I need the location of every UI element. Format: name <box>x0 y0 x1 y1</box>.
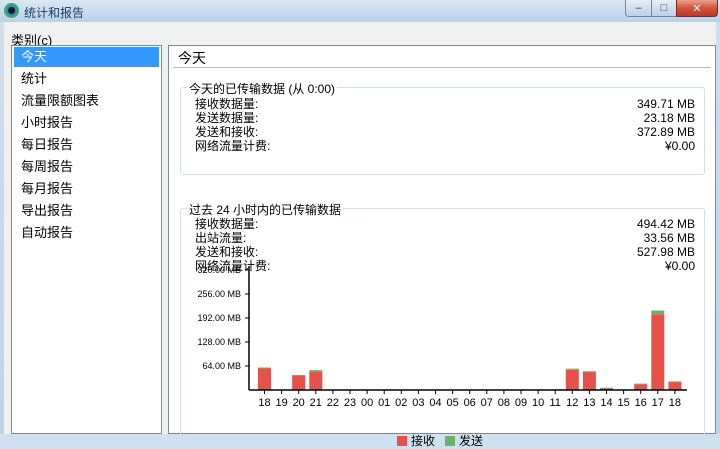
sidebar-item-hourly-report[interactable]: 小时报告 <box>14 113 159 133</box>
x-tick-label: 23 <box>344 397 356 409</box>
legend-send: 发送 <box>445 432 483 449</box>
x-tick-label: 10 <box>532 397 544 409</box>
y-tick-label: 320.00 MB <box>197 265 241 275</box>
bar-receive-18-24 <box>668 381 682 390</box>
x-tick-label: 02 <box>395 397 407 409</box>
legend-label-receive: 接收 <box>411 434 436 448</box>
sidebar-item-today[interactable]: 今天 <box>14 47 159 67</box>
bar-receive-13-19 <box>582 372 596 390</box>
y-tick-label: 128.00 MB <box>197 337 241 347</box>
x-tick-label: 18 <box>669 397 681 409</box>
sidebar-item-monthly-report[interactable]: 每月报告 <box>14 179 159 199</box>
x-tick-label: 14 <box>600 397 612 409</box>
bar-send-14-20 <box>600 387 613 389</box>
x-tick-label: 01 <box>378 397 390 409</box>
window-title: 统计和报告 <box>24 6 85 20</box>
legend-swatch-send <box>445 435 455 446</box>
close-icon: ✕ <box>692 2 702 15</box>
x-tick-label: 16 <box>635 397 647 409</box>
sidebar-item-auto-report[interactable]: 自动报告 <box>14 223 159 243</box>
bar-send-12-18 <box>565 368 579 370</box>
legend-receive: 接收 <box>397 432 435 449</box>
category-list: 今天 统计 流量限额图表 小时报告 每日报告 每周报告 每月报告 导出报告 自动… <box>11 45 162 434</box>
x-tick-label: 22 <box>327 397 339 409</box>
x-tick-label: 20 <box>293 397 305 409</box>
legend-swatch-receive <box>397 435 407 446</box>
sidebar-item-statistics[interactable]: 统计 <box>14 69 159 89</box>
x-tick-label: 21 <box>310 397 322 409</box>
maximize-button[interactable]: □ <box>651 0 677 17</box>
bar-send-21-3 <box>309 370 323 372</box>
x-tick-label: 11 <box>549 397 560 409</box>
x-tick-label: 18 <box>258 397 270 409</box>
x-tick-label: 08 <box>498 397 510 409</box>
sidebar-item-weekly-report[interactable]: 每周报告 <box>14 157 159 177</box>
y-tick-label: 256.00 MB <box>197 289 241 299</box>
bar-send-18-24 <box>668 381 682 383</box>
x-tick-label: 04 <box>429 397 441 409</box>
main-panel: 今天 今天的已传输数据 (从 0:00) 接收数据量: 349.71 MB 发送… <box>168 45 716 448</box>
bar-receive-18-0 <box>258 368 271 390</box>
x-tick-label: 15 <box>617 397 629 409</box>
x-tick-label: 07 <box>481 397 493 409</box>
x-tick-label: 00 <box>361 397 373 409</box>
x-tick-label: 19 <box>275 397 287 409</box>
bar-send-16-22 <box>634 383 648 385</box>
x-tick-label: 03 <box>412 397 424 409</box>
minimize-button[interactable]: – <box>625 0 652 17</box>
legend-label-send: 发送 <box>459 434 484 448</box>
y-tick-label: 192.00 MB <box>197 313 241 323</box>
window-client: 类别(c) 今天 统计 流量限额图表 小时报告 每日报告 每周报告 每月报告 导… <box>4 22 716 448</box>
sidebar-item-export-report[interactable]: 导出报告 <box>14 201 159 221</box>
minimize-icon: – <box>635 2 642 14</box>
x-tick-label: 12 <box>566 397 578 409</box>
bar-receive-20-2 <box>292 375 306 390</box>
x-tick-label: 06 <box>464 397 476 409</box>
title-bar: 统计和报告 – □ ✕ <box>0 0 720 22</box>
y-tick-label: 64.00 MB <box>202 361 241 371</box>
sidebar-item-daily-report[interactable]: 每日报告 <box>14 135 159 155</box>
maximize-icon: □ <box>660 2 668 14</box>
bar-receive-21-3 <box>309 372 323 390</box>
close-button[interactable]: ✕ <box>676 0 718 17</box>
bar-send-17-23 <box>651 310 665 315</box>
traffic-chart: 64.00 MB 128.00 MB 192.00 MB 256.00 MB 320.0… <box>197 265 687 409</box>
bar-receive-17-23 <box>651 314 665 390</box>
app-icon <box>4 3 19 18</box>
sidebar-item-quota-chart[interactable]: 流量限额图表 <box>14 91 159 111</box>
bar-receive-16-22 <box>634 384 648 390</box>
bar-send-18-0 <box>258 367 271 369</box>
bar-send-20-2 <box>292 375 306 376</box>
x-tick-label: 05 <box>446 397 458 409</box>
x-tick-label: 17 <box>652 397 664 409</box>
x-tick-label: 09 <box>515 397 527 409</box>
bar-receive-12-18 <box>565 369 579 390</box>
bar-send-13-19 <box>582 371 596 373</box>
x-tick-label: 13 <box>583 397 595 409</box>
